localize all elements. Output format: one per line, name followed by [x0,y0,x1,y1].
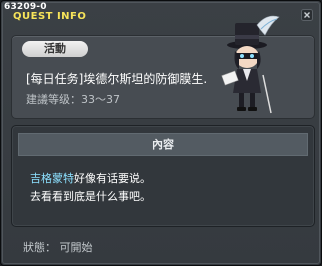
npc-name-link: 吉格蒙特 [30,172,74,185]
quest-category-badge: 活動 [22,41,88,57]
level-label: 建議等级： [26,93,81,106]
recommended-level: 建議等级：33～37 [26,91,120,107]
quest-info-window: 63209-0 QUEST INFO 活動 [每日任务]埃德尔斯坦的防御膜生. … [0,0,322,266]
quest-status: 狀態： 可開始 [23,241,93,254]
content-header: 內容 [18,133,308,156]
npc-portrait-icon [221,15,280,114]
content-line-1-text: 好像有话要说。 [74,172,151,185]
content-line-1: 吉格蒙特好像有话要说。 [30,170,151,186]
close-icon[interactable] [301,9,313,21]
content-line-2: 去看看到底是什么事吧。 [30,190,151,203]
quest-content-panel: 內容 吉格蒙特好像有话要说。 去看看到底是什么事吧。 [11,125,315,227]
window-title: QUEST INFO [13,11,87,22]
quest-name: [每日任务]埃德尔斯坦的防御膜生. [26,72,208,86]
level-range: 33～37 [81,93,120,106]
